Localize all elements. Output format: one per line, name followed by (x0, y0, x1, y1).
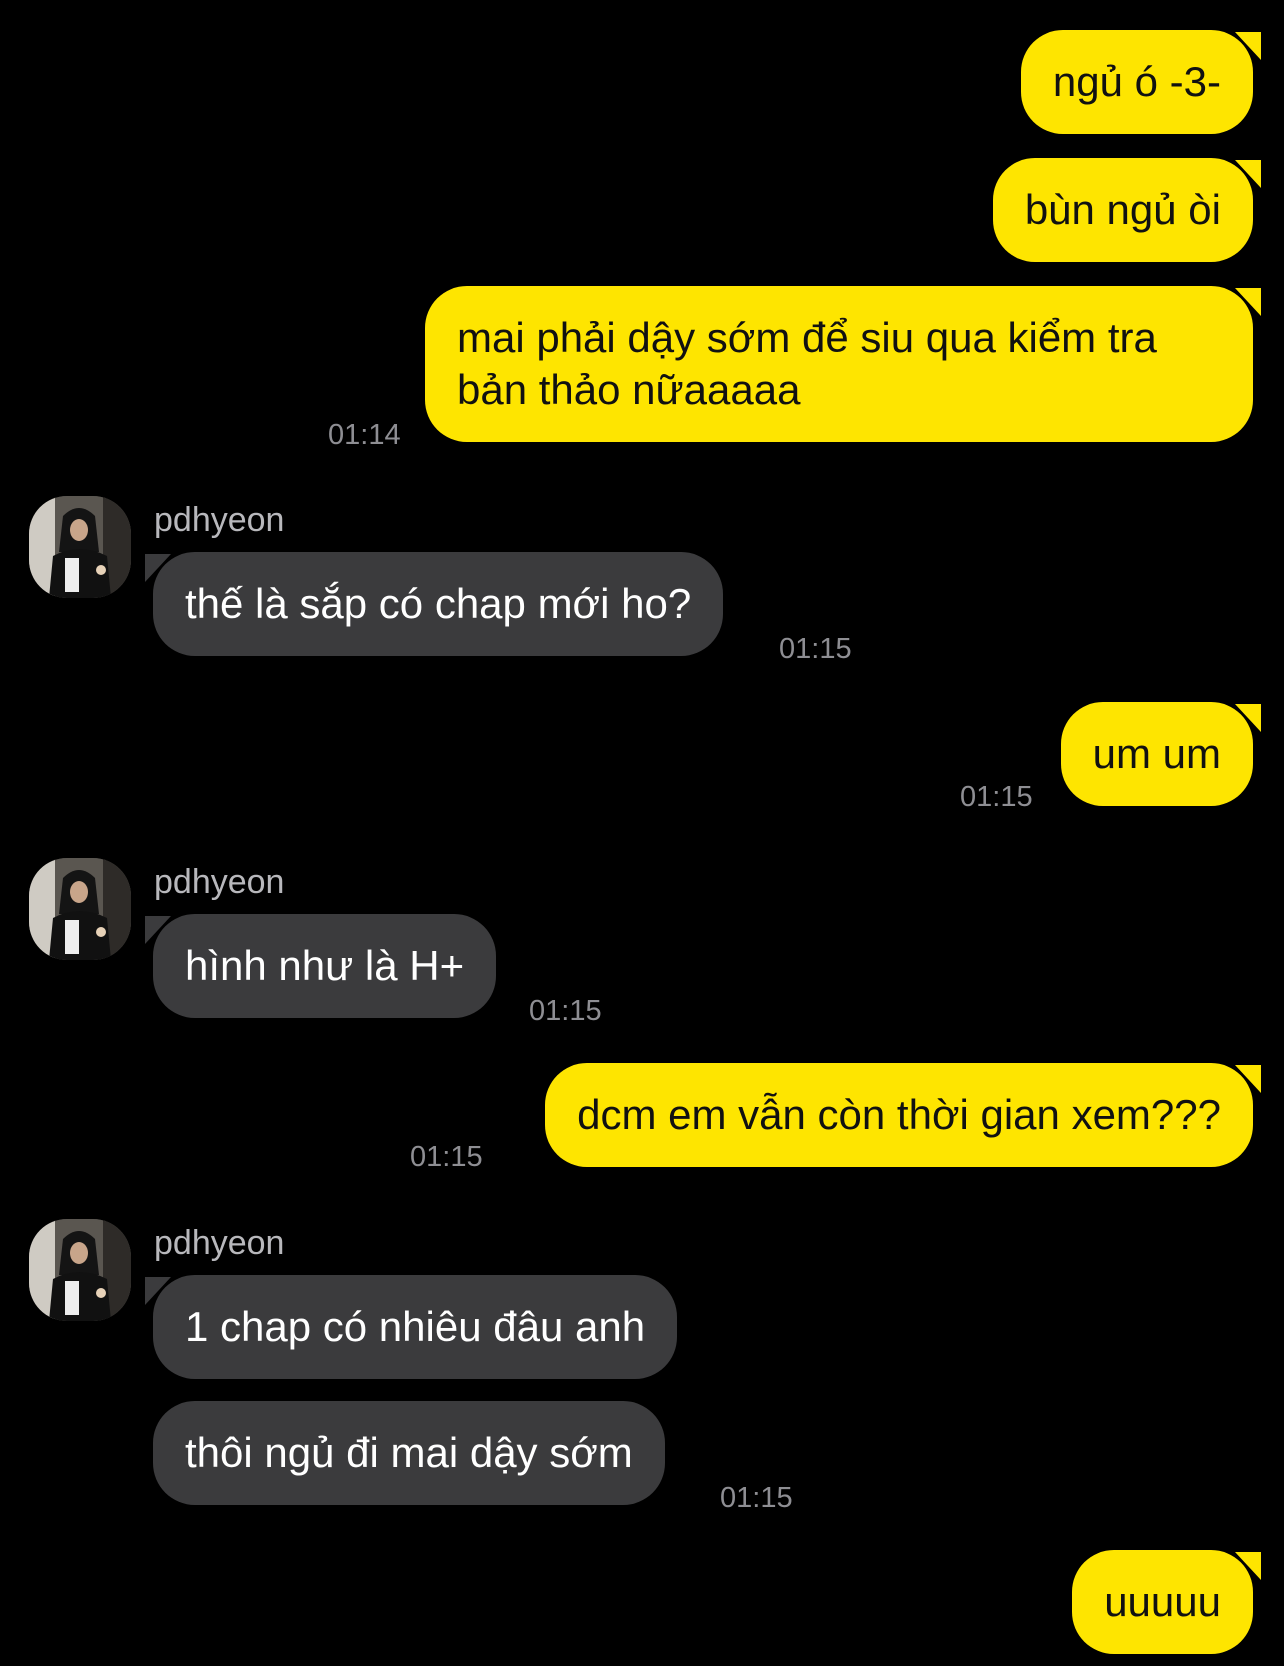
message-text: dcm em vẫn còn thời gian xem??? (577, 1091, 1221, 1138)
message-timestamp: 01:15 (529, 995, 602, 1027)
message-timestamp: 01:14 (328, 419, 401, 451)
bubble-tail (145, 916, 171, 944)
outgoing-message-bubble[interactable]: mai phải dậy sớm để siu qua kiểm tra bản… (425, 286, 1261, 442)
bubble-tail (1235, 1065, 1261, 1093)
message-text: thế là sắp có chap mới ho? (185, 580, 692, 627)
outgoing-message-bubble[interactable]: um um (1060, 702, 1261, 806)
incoming-message-bubble[interactable]: thôi ngủ đi mai dậy sớm (153, 1401, 665, 1505)
message-timestamp: 01:15 (410, 1141, 483, 1173)
message-text: hình như là H+ (185, 942, 465, 989)
contact-avatar[interactable] (29, 858, 131, 960)
profile-photo-icon (29, 858, 131, 960)
message-timestamp: 01:15 (779, 633, 852, 665)
bubble-tail (1235, 288, 1261, 316)
outgoing-message-bubble[interactable]: bùn ngủ òi (992, 158, 1261, 262)
bubble-tail (145, 554, 171, 582)
message-text: ngủ ó -3- (1052, 58, 1221, 105)
outgoing-message-bubble[interactable]: uuuuu (1072, 1550, 1261, 1654)
outgoing-message-bubble[interactable]: dcm em vẫn còn thời gian xem??? (545, 1063, 1261, 1167)
incoming-message-bubble[interactable]: hình như là H+ (145, 914, 497, 1018)
message-text: thôi ngủ đi mai dậy sớm (185, 1429, 633, 1476)
bubble-tail (145, 1277, 171, 1305)
chat-message-list[interactable]: ngủ ó -3- bùn ngủ òi mai phải dậy sớm để… (0, 0, 1284, 1666)
sender-name: pdhyeon (154, 501, 285, 539)
incoming-message-bubble[interactable]: 1 chap có nhiêu đâu anh (145, 1275, 678, 1379)
incoming-message-bubble[interactable]: thế là sắp có chap mới ho? (145, 552, 724, 656)
contact-avatar[interactable] (29, 496, 131, 598)
message-timestamp: 01:15 (960, 781, 1033, 813)
sender-name: pdhyeon (154, 863, 285, 901)
bubble-tail (1235, 160, 1261, 188)
message-text: um um (1092, 730, 1221, 777)
sender-name: pdhyeon (154, 1224, 285, 1262)
profile-photo-icon (29, 496, 131, 598)
message-text: uuuuu (1104, 1578, 1221, 1625)
outgoing-message-bubble[interactable]: ngủ ó -3- (1020, 30, 1261, 134)
bubble-tail (1235, 32, 1261, 60)
message-timestamp: 01:15 (720, 1482, 793, 1514)
message-text: mai phải dậy sớm để siu qua kiểm tra bản… (457, 314, 1157, 413)
message-text: 1 chap có nhiêu đâu anh (185, 1303, 646, 1350)
profile-photo-icon (29, 1219, 131, 1321)
bubble-tail (1235, 1552, 1261, 1580)
bubble-tail (1235, 704, 1261, 732)
contact-avatar[interactable] (29, 1219, 131, 1321)
message-text: bùn ngủ òi (1024, 186, 1221, 233)
